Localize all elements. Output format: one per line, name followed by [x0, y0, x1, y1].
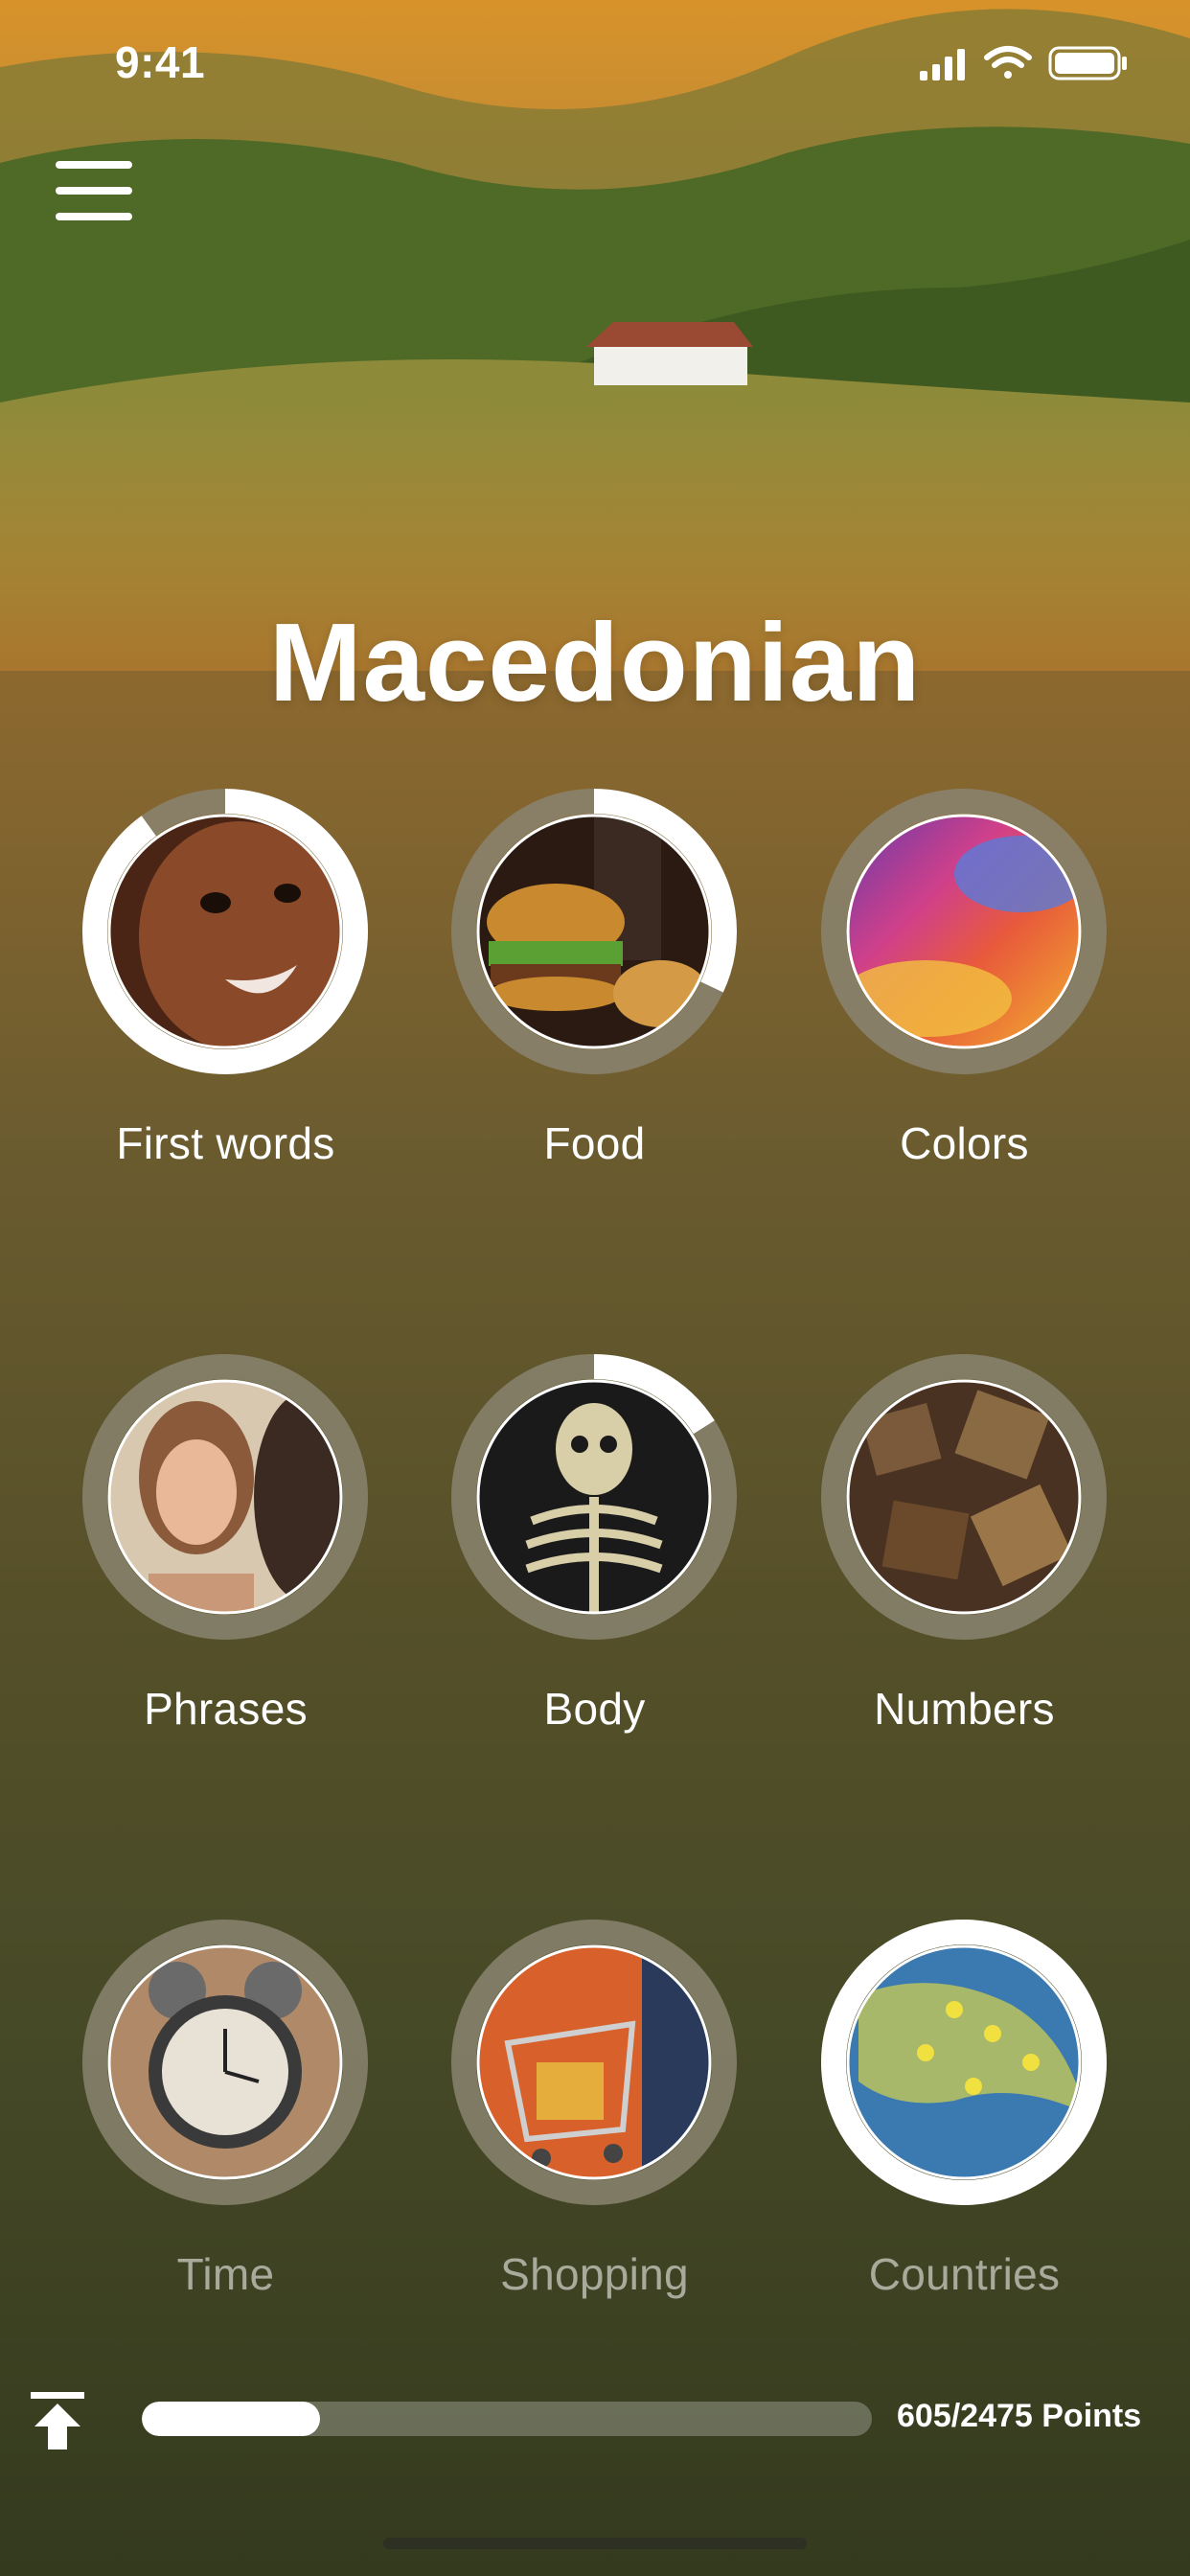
topic-phrases[interactable]: Phrases [41, 1353, 410, 1871]
hamburger-menu-icon[interactable] [56, 161, 132, 220]
page-title: Macedonian [268, 600, 922, 724]
upload-arrow-icon[interactable] [29, 2390, 86, 2451]
wifi-icon [984, 46, 1032, 79]
points-text: 605/2475 Points [897, 2398, 1142, 2434]
topic-label: Countries [868, 2249, 1061, 2299]
topic-numbers[interactable]: Numbers [780, 1353, 1149, 1871]
topic-label: Time [176, 2249, 275, 2299]
topic-label: Phrases [144, 1684, 308, 1734]
topic-time[interactable]: Time [41, 1919, 410, 2436]
topic-first-words[interactable]: First words [41, 788, 410, 1305]
topic-label: Body [543, 1684, 646, 1734]
topic-image-shopping-cart [479, 1947, 709, 2177]
topic-image-world-map-pins [849, 1947, 1079, 2177]
topic-image-burger-and-fries [479, 816, 709, 1046]
topic-food[interactable]: Food [410, 788, 779, 1305]
topic-body[interactable]: Body [410, 1353, 779, 1871]
topic-label: Shopping [500, 2249, 689, 2299]
points-progress-fill [142, 2402, 320, 2436]
topic-label: Food [543, 1118, 646, 1168]
status-bar: 9:41 [0, 0, 1190, 125]
points-progress-bar [142, 2402, 872, 2436]
signal-icon [920, 49, 965, 80]
topic-image-skeleton [479, 1382, 709, 1612]
topic-label: First words [116, 1118, 335, 1168]
status-time: 9:41 [115, 37, 206, 87]
home-indicator [383, 2538, 807, 2549]
topic-label: Colors [900, 1118, 1029, 1168]
topic-label: Numbers [874, 1684, 1055, 1734]
topic-colors[interactable]: Colors [780, 788, 1149, 1305]
topic-image-alarm-clock [110, 1947, 340, 2177]
topic-image-wooden-numbers [849, 1382, 1079, 1612]
bottom-progress-bar: 605/2475 Points [0, 2377, 1190, 2472]
battery-icon [1048, 46, 1127, 80]
topic-shopping[interactable]: Shopping [410, 1919, 779, 2436]
status-icons [920, 46, 1127, 80]
topic-countries[interactable]: Countries [780, 1919, 1149, 2436]
